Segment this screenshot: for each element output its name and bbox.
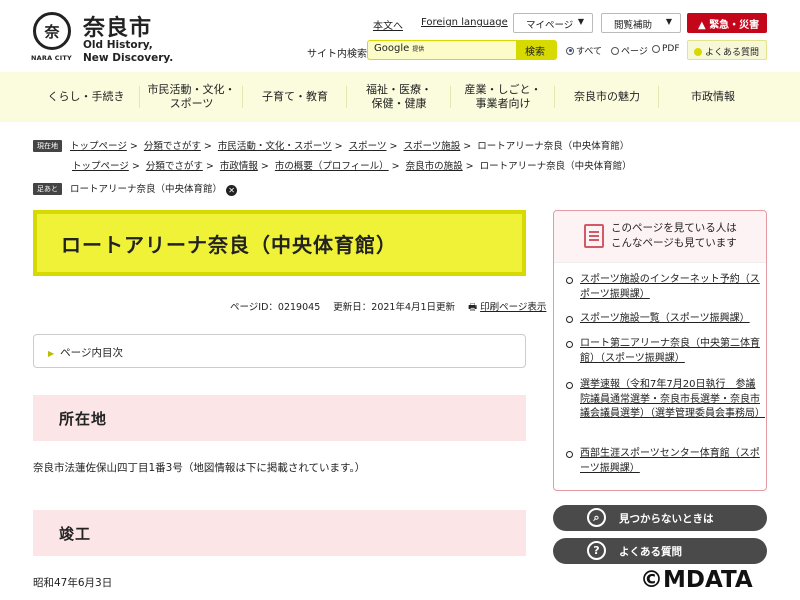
search-input[interactable]: Google 提供 (367, 40, 517, 60)
close-icon[interactable]: ✕ (226, 185, 238, 196)
related-pages-header: このページを見ている人は こんなページも見ています (554, 211, 766, 263)
my-page-label: マイページ (526, 20, 574, 31)
faq-icon (694, 48, 702, 56)
nav-item-city-admin[interactable]: 市政情報 (659, 72, 767, 122)
list-item[interactable]: ロート第二アリーナ奈良（中央第二体育館）（スポーツ振興課） (566, 337, 762, 366)
breadcrumb-link[interactable]: スポーツ施設 (403, 141, 460, 152)
breadcrumb-link[interactable]: 分類でさがす (146, 161, 203, 172)
warning-icon: ▲ (698, 20, 706, 31)
footprint-tag: 足あと (33, 183, 62, 195)
footprint-item[interactable]: ロートアリーナ奈良（中央体育館） (70, 184, 222, 195)
section-heading-completion: 竣工 (33, 510, 526, 556)
location-text: 奈良市法蓮佐保山四丁目1番3号（地図情報は下に掲載されています。） (33, 462, 366, 474)
completion-text: 昭和47年6月3日 (33, 577, 113, 589)
breadcrumb-link[interactable]: 分類でさがす (144, 141, 201, 152)
list-item[interactable]: スポーツ施設一覧（スポーツ振興課） (566, 312, 762, 327)
city-name: 奈良市 (83, 15, 153, 41)
scope-radio-page[interactable]: ページ (611, 44, 648, 57)
nav-item-living[interactable]: くらし・手続き (32, 72, 140, 122)
related-pages-panel: このページを見ている人は こんなページも見ています スポーツ施設のインターネット… (553, 210, 767, 491)
seal-caption: NARA CITY (31, 54, 72, 62)
my-page-dropdown[interactable]: マイページ ▼ (513, 13, 593, 33)
nav-item-childcare[interactable]: 子育て・教育 (243, 72, 347, 122)
page-title: ロートアリーナ奈良（中央体育館） (37, 214, 522, 272)
page-id: ページID：0219045 (230, 302, 321, 313)
chevron-down-icon: ▼ (577, 17, 584, 26)
footprint: 足あと ロートアリーナ奈良（中央体育館） ✕ (33, 181, 238, 196)
search-brand: Google (374, 43, 410, 54)
search-document-icon: ⌕ (587, 508, 606, 527)
document-icon (584, 224, 604, 248)
nav-item-industry[interactable]: 産業・しごと・ 事業者向け (451, 72, 555, 122)
print-link[interactable]: 印刷ページ表示 (480, 302, 546, 313)
watermark: ©MDATA (640, 567, 753, 593)
section-heading-location: 所在地 (33, 395, 526, 441)
breadcrumb-link[interactable]: 市の概要（プロフィール） (275, 161, 389, 172)
faq-button[interactable]: ? よくある質問 (553, 538, 767, 564)
search-button[interactable]: 検索 (517, 40, 557, 60)
tagline-line1: Old History, (83, 39, 153, 51)
printer-icon: 🖶 (468, 302, 478, 313)
toc-label: ページ内目次 (60, 347, 123, 359)
list-item[interactable]: 選挙速報（令和7年7月20日執行 参議院議員通常選挙・奈良市長選挙・奈良市議会議… (566, 378, 765, 422)
browse-help-label: 閲覧補助 (614, 20, 653, 31)
emergency-label: 緊急・災害 (709, 20, 760, 31)
city-seal-icon: 奈 (33, 12, 71, 50)
radio-icon (611, 46, 619, 55)
breadcrumb-link[interactable]: トップページ (70, 141, 127, 152)
radio-checked-icon (566, 46, 574, 55)
skip-to-content-link[interactable]: 本文へ (373, 17, 403, 32)
faq-label: よくある質問 (619, 546, 682, 558)
browse-help-dropdown[interactable]: 閲覧補助 ▼ (601, 13, 681, 33)
page-title-box: ロートアリーナ奈良（中央体育館） (33, 210, 526, 276)
table-of-contents-toggle[interactable]: ▶ ページ内目次 (33, 334, 526, 368)
scope-radio-pdf[interactable]: PDF (652, 44, 680, 54)
breadcrumb-link[interactable]: スポーツ (349, 141, 387, 152)
tagline-line2: New Discovery. (83, 52, 174, 64)
breadcrumb: トップページ > 分類でさがす > 市政情報 > 市の概要（プロフィール） > 奈良市の… (72, 161, 632, 172)
related-pages-title: このページを見ている人は こんなページも見ています (611, 222, 737, 249)
search-label: サイト内検索 (307, 49, 367, 60)
foreign-language-link[interactable]: Foreign language (421, 17, 508, 28)
breadcrumb-current: ロートアリーナ奈良（中央体育館） (479, 161, 632, 172)
current-location-tag: 現在地 (33, 140, 62, 152)
page-meta: ページID：0219045 更新日：2021年4月1日更新 🖶 印刷ページ表示 (230, 299, 546, 316)
scope-radio-all[interactable]: すべて (566, 44, 602, 57)
breadcrumb-link[interactable]: トップページ (72, 161, 129, 172)
not-found-button[interactable]: ⌕ 見つからないときは (553, 505, 767, 531)
question-icon: ? (587, 541, 606, 560)
nav-item-attractions[interactable]: 奈良市の魅力 (555, 72, 659, 122)
list-item[interactable]: 西部生涯スポーツセンター体育館（スポーツ振興課） (566, 447, 762, 476)
breadcrumb-link[interactable]: 市民活動・文化・スポーツ (218, 141, 332, 152)
breadcrumb: 現在地 トップページ > 分類でさがす > 市民活動・文化・スポーツ > スポーツ > … (33, 138, 629, 152)
emergency-button[interactable]: ▲ 緊急・災害 (687, 13, 767, 33)
list-item[interactable]: スポーツ施設のインターネット予約（スポーツ振興課） (566, 273, 762, 302)
search-brand-sub: 提供 (412, 46, 425, 53)
radio-icon (652, 45, 660, 53)
site-logo[interactable]: 奈 NARA CITY 奈良市 Old History, New Discove… (31, 10, 183, 64)
breadcrumb-link[interactable]: 奈良市の施設 (406, 161, 463, 172)
nav-item-welfare[interactable]: 福祉・医療・ 保健・健康 (347, 72, 451, 122)
triangle-right-icon: ▶ (48, 349, 55, 358)
updated-date: 更新日：2021年4月1日更新 (333, 302, 456, 313)
nav-item-culture-sports[interactable]: 市民活動・文化・ スポーツ (140, 72, 243, 122)
faq-header-button[interactable]: よくある質問 (687, 40, 767, 60)
not-found-label: 見つからないときは (619, 513, 714, 525)
chevron-down-icon: ▼ (665, 17, 672, 26)
global-nav: くらし・手続き 市民活動・文化・ スポーツ 子育て・教育 福祉・医療・ 保健・健… (0, 72, 800, 122)
breadcrumb-link[interactable]: 市政情報 (220, 161, 258, 172)
breadcrumb-current: ロートアリーナ奈良（中央体育館） (477, 141, 630, 152)
